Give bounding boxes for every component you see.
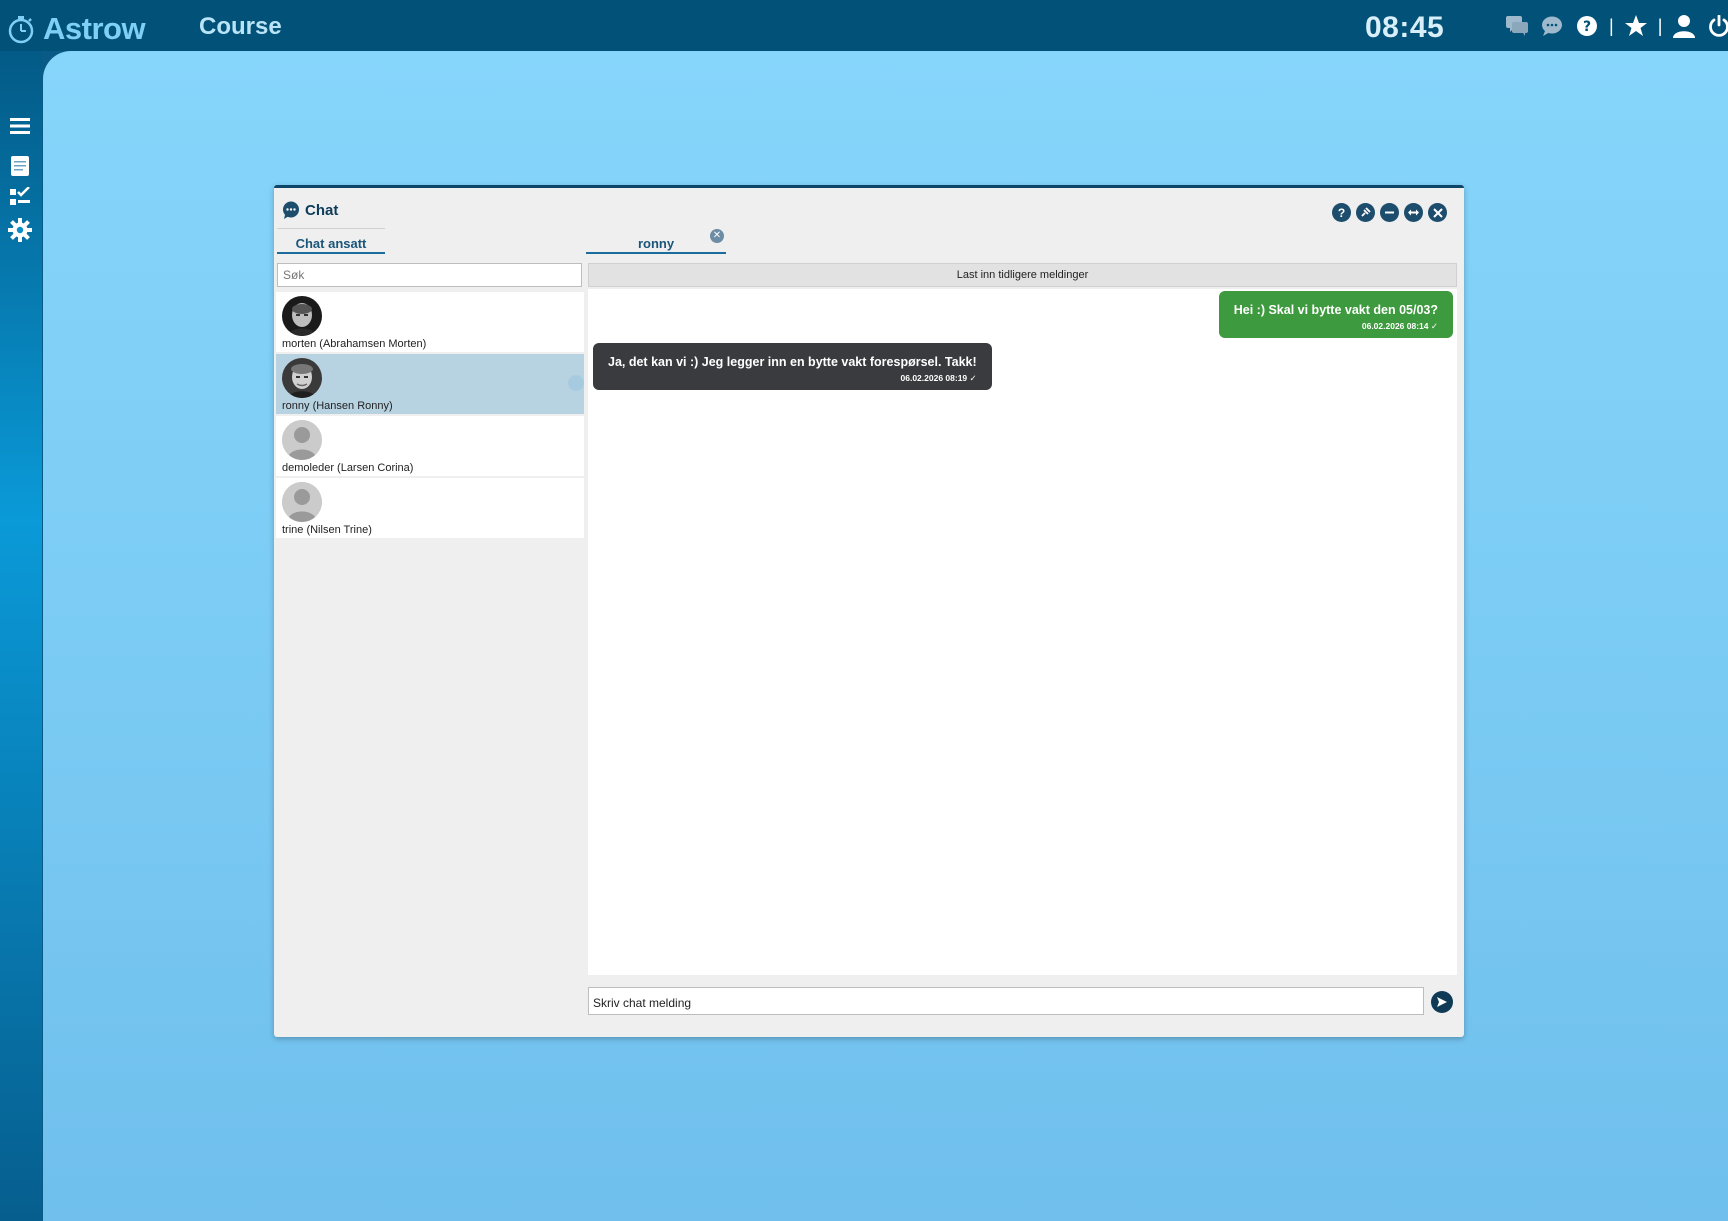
separator: | xyxy=(1657,15,1663,36)
conversation-tab-label: ronny xyxy=(637,236,675,251)
avatar xyxy=(282,358,322,398)
tab-chat-ansatt[interactable]: Chat ansatt xyxy=(277,228,385,254)
contact-list: morten (Abrahamsen Morten) ronny (Hansen… xyxy=(276,292,584,540)
avatar xyxy=(282,420,322,460)
resize-icon[interactable] xyxy=(1404,203,1423,222)
message-timestamp: 06.02.2026 08:14 ✓ xyxy=(1361,321,1438,331)
tab-conversation-ronny[interactable]: ronny ✕ xyxy=(586,226,726,254)
chat-header: Chat xyxy=(282,201,338,219)
separator: | xyxy=(1609,15,1614,36)
chat-bubble-icon[interactable] xyxy=(1539,13,1565,39)
power-icon[interactable] xyxy=(1706,13,1728,39)
load-earlier-button[interactable]: Last inn tidligere meldinger xyxy=(588,263,1457,287)
message-incoming: Ja, det kan vi :) Jeg legger inn en bytt… xyxy=(593,343,992,390)
chat-message-input[interactable]: Skriv chat melding xyxy=(588,987,1424,1015)
gear-icon[interactable] xyxy=(7,217,33,243)
menu-icon[interactable] xyxy=(7,113,33,139)
message-text: Hei :) Skal vi bytte vakt den 05/03? xyxy=(1233,303,1438,317)
message-text: Ja, det kan vi :) Jeg legger inn en bytt… xyxy=(608,355,977,369)
svg-text:?: ? xyxy=(1583,19,1591,35)
top-bar: Astrow Course 08:45 ? | | xyxy=(0,0,1728,51)
pin-icon[interactable] xyxy=(1356,203,1375,222)
contact-name: demoleder (Larsen Corina) xyxy=(282,462,414,474)
help-icon[interactable]: ? xyxy=(1332,203,1351,222)
user-icon[interactable] xyxy=(1671,13,1697,39)
send-icon[interactable] xyxy=(1431,991,1453,1013)
chat-icon xyxy=(283,201,299,219)
module-title: Course xyxy=(199,13,282,40)
window-controls: ? xyxy=(1327,203,1447,222)
document-icon[interactable] xyxy=(7,153,33,179)
minimize-icon[interactable] xyxy=(1380,203,1399,222)
contact-morten[interactable]: morten (Abrahamsen Morten) xyxy=(276,292,584,352)
top-icons: ? | | xyxy=(1504,13,1728,39)
message-outgoing: Hei :) Skal vi bytte vakt den 05/03? 06.… xyxy=(1218,291,1453,338)
contact-name: morten (Abrahamsen Morten) xyxy=(282,338,427,350)
avatar xyxy=(282,482,322,522)
message-area: Hei :) Skal vi bytte vakt den 05/03? 06.… xyxy=(588,289,1457,975)
app-name: Astrow xyxy=(43,11,146,46)
contact-name: trine (Nilsen Trine) xyxy=(282,524,372,536)
search-input[interactable] xyxy=(277,263,582,287)
clock: 08:45 xyxy=(1365,11,1445,44)
contact-ronny[interactable]: ronny (Hansen Ronny) xyxy=(276,354,584,414)
close-tab-icon[interactable]: ✕ xyxy=(710,229,724,243)
stopwatch-icon xyxy=(8,16,34,44)
close-icon[interactable] xyxy=(1428,203,1447,222)
chat-title: Chat xyxy=(305,201,339,219)
star-icon[interactable] xyxy=(1623,13,1649,39)
chat-bubbles-icon[interactable] xyxy=(1504,13,1530,39)
contact-trine[interactable]: trine (Nilsen Trine) xyxy=(276,478,584,538)
sidebar xyxy=(0,51,42,1221)
chat-window: Chat ? Chat ansatt morten (Abrahamsen Mo… xyxy=(274,185,1464,1037)
help-icon[interactable]: ? xyxy=(1574,13,1600,39)
app-logo[interactable]: Astrow xyxy=(6,11,146,47)
message-timestamp: 06.02.2026 08:19 ✓ xyxy=(900,373,977,383)
contact-demoleder[interactable]: demoleder (Larsen Corina) xyxy=(276,416,584,476)
contact-name: ronny (Hansen Ronny) xyxy=(282,400,393,412)
checklist-icon[interactable] xyxy=(7,185,33,211)
avatar xyxy=(282,296,322,336)
selection-indicator xyxy=(568,375,584,391)
